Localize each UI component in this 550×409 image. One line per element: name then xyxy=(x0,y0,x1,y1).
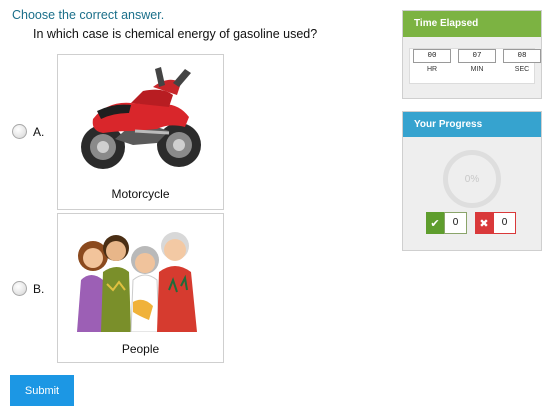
option-b-card[interactable]: People xyxy=(57,213,224,363)
check-icon: ✔ xyxy=(426,212,444,234)
your-progress-title: Your Progress xyxy=(403,112,541,137)
progress-percent: 0% xyxy=(464,174,480,185)
timer-hr-label: HR xyxy=(426,66,438,73)
wrong-score: ✖ 0 xyxy=(475,212,516,234)
people-image xyxy=(77,232,197,332)
timer-hours: 00 xyxy=(413,49,451,63)
wrong-count: 0 xyxy=(493,212,516,234)
timer-min-label: MIN xyxy=(470,66,484,73)
option-b-radio[interactable] xyxy=(12,281,27,296)
correct-score: ✔ 0 xyxy=(426,212,467,234)
your-progress-panel: Your Progress 0% ✔ 0 ✖ 0 xyxy=(402,111,542,251)
progress-ring: 0% xyxy=(443,150,501,208)
correct-count: 0 xyxy=(444,212,467,234)
timer-minutes: 07 xyxy=(458,49,496,63)
option-a-letter: A. xyxy=(33,125,45,139)
instruction-text: Choose the correct answer. xyxy=(12,8,165,22)
timer-seconds: 08 xyxy=(503,49,541,63)
option-a-card[interactable]: Motorcycle xyxy=(57,54,224,210)
option-a-radio[interactable] xyxy=(12,124,27,139)
timer-display: 00 07 08 HR MIN SEC xyxy=(409,48,541,84)
submit-button[interactable]: Submit xyxy=(10,375,74,406)
time-elapsed-title: Time Elapsed xyxy=(403,11,541,37)
cross-icon: ✖ xyxy=(475,212,493,234)
timer-sec-label: SEC xyxy=(514,66,530,73)
motorcycle-image xyxy=(81,67,201,169)
option-b-letter: B. xyxy=(33,282,45,296)
time-elapsed-panel: Time Elapsed 00 07 08 HR MIN SEC xyxy=(402,10,542,99)
question-text: In which case is chemical energy of gaso… xyxy=(33,27,318,41)
option-a-label: Motorcycle xyxy=(111,187,170,201)
option-b-label: People xyxy=(121,342,160,356)
